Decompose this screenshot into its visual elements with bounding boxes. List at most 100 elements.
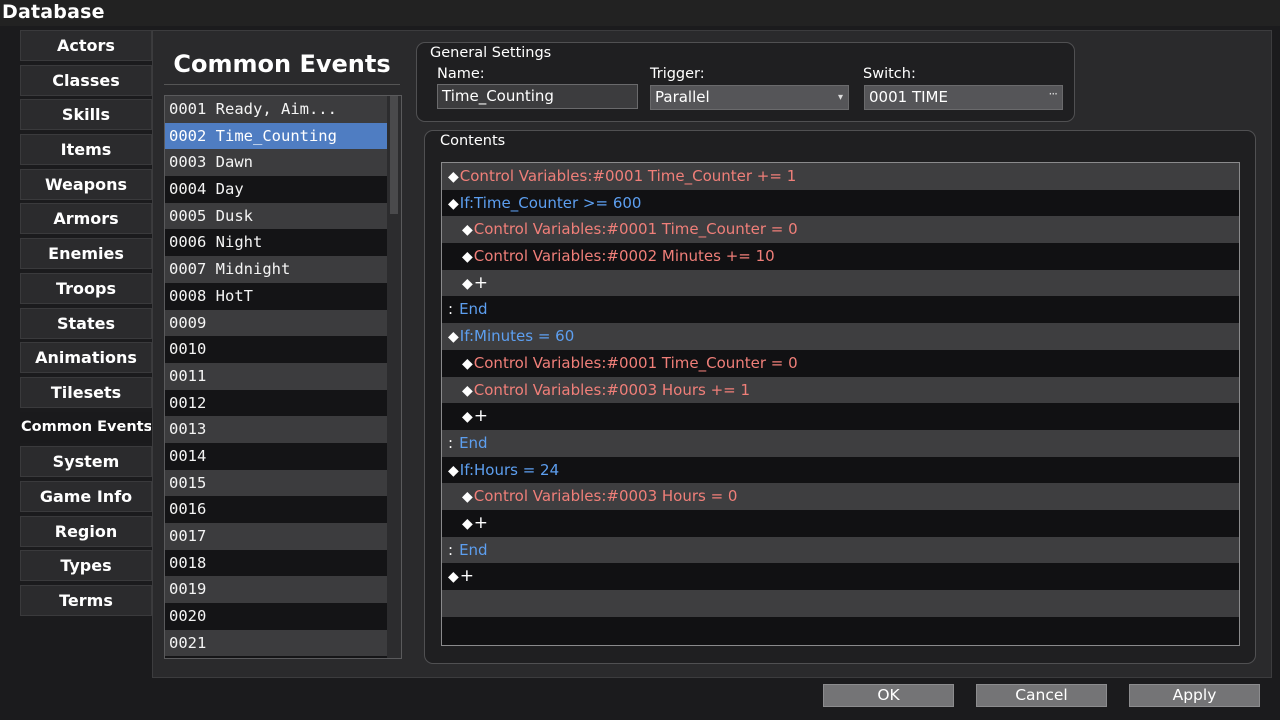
list-scroll-thumb[interactable]: [390, 96, 398, 214]
list-title: Common Events: [173, 50, 391, 78]
add-command: +: [473, 406, 489, 427]
list-item[interactable]: 0005 Dusk: [165, 202, 387, 230]
list-item[interactable]: 0019: [165, 576, 387, 604]
chevron-down-icon: ▾: [837, 92, 843, 103]
diamond-icon: ◆: [448, 195, 459, 212]
diamond-icon: ◆: [462, 382, 473, 399]
command-text: Control Variables:#0001 Time_Counter = 0: [473, 353, 798, 372]
diamond-icon: ◆: [448, 569, 459, 586]
tab-game-info[interactable]: Game Info: [20, 480, 152, 512]
title-bar: Database: [0, 0, 1280, 26]
list-item[interactable]: 0018: [165, 549, 387, 577]
common-events-list[interactable]: 0001 Ready, Aim... 0002 Time_Counting 0003…: [164, 95, 402, 659]
list-item[interactable]: 0021: [165, 629, 387, 657]
add-command: +: [473, 512, 489, 533]
tab-armors[interactable]: Armors: [20, 203, 152, 235]
tab-types[interactable]: Types: [20, 550, 152, 582]
tab-classes[interactable]: Classes: [20, 64, 152, 96]
trigger-label: Trigger:: [650, 66, 705, 82]
command-text: If:Time_Counter >= 600: [459, 193, 642, 212]
command-row[interactable]: ◆Control Variables:#0002 Minutes += 10: [442, 243, 1239, 270]
command-row[interactable]: : End: [442, 296, 1239, 324]
command-row[interactable]: ◆If:Time_Counter >= 600: [442, 189, 1239, 217]
list-item[interactable]: 0007 Midnight: [165, 256, 387, 283]
list-item[interactable]: 0001 Ready, Aim...: [165, 96, 387, 123]
tab-common-events[interactable]: Common Events: [20, 411, 152, 443]
name-label: Name:: [437, 66, 485, 82]
window-title: Database: [2, 1, 105, 23]
end-marker: :: [448, 433, 454, 452]
command-text: If:Minutes = 60: [459, 327, 575, 346]
list-item[interactable]: 0017: [165, 523, 387, 550]
diamond-icon: ◆: [462, 249, 473, 266]
list-item[interactable]: 0009: [165, 309, 387, 337]
command-text: Control Variables:#0002 Minutes += 10: [473, 247, 775, 266]
command-row[interactable]: ◆+: [442, 563, 1239, 590]
list-item[interactable]: 0015: [165, 469, 387, 497]
list-title-divider: [164, 84, 400, 85]
command-row[interactable]: : End: [442, 429, 1239, 457]
list-item[interactable]: 0014: [165, 442, 387, 470]
tab-states[interactable]: States: [20, 307, 152, 339]
tab-animations[interactable]: Animations: [20, 342, 152, 374]
diamond-icon: ◆: [448, 462, 459, 479]
list-item[interactable]: 0012: [165, 389, 387, 417]
command-row[interactable]: ◆Control Variables:#0001 Time_Counter = …: [442, 216, 1239, 244]
command-row[interactable]: ◆+: [442, 269, 1239, 297]
tab-tilesets[interactable]: Tilesets: [20, 376, 152, 408]
apply-button[interactable]: Apply: [1129, 684, 1260, 707]
command-row[interactable]: ◆Control Variables:#0003 Hours += 1: [442, 376, 1239, 404]
trigger-select[interactable]: Parallel ▾: [650, 85, 849, 110]
list-item[interactable]: 0013: [165, 416, 387, 443]
diamond-icon: ◆: [448, 169, 459, 185]
tab-terms[interactable]: Terms: [20, 585, 152, 616]
cancel-button[interactable]: Cancel: [976, 684, 1107, 707]
switch-value: 0001 TIME: [869, 88, 948, 106]
command-text: End: [459, 433, 488, 452]
list-item[interactable]: 0010: [165, 336, 387, 363]
tab-skills[interactable]: Skills: [20, 99, 152, 131]
name-input[interactable]: Time_Counting: [437, 84, 638, 109]
diamond-icon: ◆: [462, 355, 473, 372]
list-item[interactable]: 0003 Dawn: [165, 149, 387, 177]
add-command: +: [459, 566, 475, 587]
list-item[interactable]: 0004 Day: [165, 176, 387, 203]
command-row[interactable]: ◆+: [442, 403, 1239, 430]
command-text: End: [459, 300, 488, 319]
command-row[interactable]: ◆Control Variables:#0001 Time_Counter +=…: [442, 163, 1239, 190]
list-scrollbar[interactable]: [387, 96, 401, 658]
diamond-icon: ◆: [462, 409, 473, 426]
diamond-icon: ◆: [462, 515, 473, 532]
command-row[interactable]: [442, 616, 1239, 644]
tab-items[interactable]: Items: [20, 134, 152, 166]
tab-weapons[interactable]: Weapons: [20, 168, 152, 200]
diamond-icon: ◆: [462, 222, 473, 239]
event-commands-list[interactable]: ◆Control Variables:#0001 Time_Counter +=…: [441, 162, 1240, 646]
tab-troops[interactable]: Troops: [20, 272, 152, 304]
command-row[interactable]: ◆If:Hours = 24: [442, 456, 1239, 484]
list-item[interactable]: 0006 Night: [165, 229, 387, 257]
ok-button[interactable]: OK: [823, 684, 954, 707]
list-item[interactable]: 0011: [165, 362, 387, 390]
command-row[interactable]: ◆Control Variables:#0001 Time_Counter = …: [442, 349, 1239, 377]
trigger-value: Parallel: [655, 88, 710, 106]
command-text: Control Variables:#0001 Time_Counter = 0: [473, 220, 798, 239]
add-command: +: [473, 272, 489, 293]
switch-picker[interactable]: 0001 TIME ···: [864, 85, 1063, 110]
command-row[interactable]: [442, 590, 1239, 617]
tab-actors[interactable]: Actors: [20, 30, 152, 61]
list-item[interactable]: 0020: [165, 603, 387, 630]
tab-system[interactable]: System: [20, 446, 152, 478]
command-text: End: [459, 540, 488, 559]
tab-enemies[interactable]: Enemies: [20, 238, 152, 270]
list-item[interactable]: 0008 HotT: [165, 282, 387, 310]
list-item[interactable]: 0002 Time_Counting: [165, 122, 387, 150]
command-text: If:Hours = 24: [459, 460, 560, 479]
command-row[interactable]: ◆If:Minutes = 60: [442, 323, 1239, 350]
tab-region[interactable]: Region: [20, 515, 152, 547]
command-row[interactable]: ◆Control Variables:#0003 Hours = 0: [442, 483, 1239, 510]
list-item[interactable]: 0016: [165, 496, 387, 523]
command-row[interactable]: ◆+: [442, 509, 1239, 537]
command-row[interactable]: : End: [442, 536, 1239, 564]
end-marker: :: [448, 540, 454, 559]
